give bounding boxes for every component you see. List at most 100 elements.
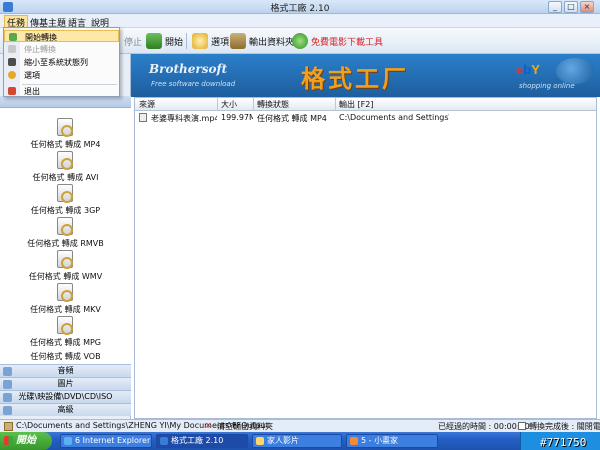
task-paint[interactable]: 5 - 小畫家: [346, 434, 438, 448]
after-convert-label: 轉換完成後 : 關閉電腦: [529, 422, 600, 431]
close-icon[interactable]: ×: [580, 1, 594, 13]
title-bar: 格式工廠 2.10 _ □ ×: [0, 0, 600, 14]
folder-icon: [230, 33, 246, 49]
format-list: 任何格式 轉成 MP4 任何格式 轉成 AVI 任何格式 轉成 3GP 任何格式…: [0, 108, 131, 413]
maximize-icon[interactable]: □: [564, 1, 578, 13]
app-icon: [160, 437, 168, 445]
format-item-mpg[interactable]: 任何格式 轉成 MPG: [0, 316, 131, 348]
folder-icon[interactable]: [4, 422, 13, 431]
format-item-3gp[interactable]: 任何格式 轉成 3GP: [0, 184, 131, 216]
table-row[interactable]: 老婆專科表演.mp4 199.97M 任何格式 轉成 MP4 C:\Docume…: [135, 112, 596, 124]
ebay-logo: ebY: [516, 62, 540, 77]
menu-item-label: 退出: [24, 87, 40, 96]
download-globe-icon: [292, 33, 308, 49]
category-label: 高級: [57, 405, 74, 414]
menu-item-label: 縮小至系統狀態列: [24, 58, 88, 67]
menu-item-minimize-tray[interactable]: 縮小至系統狀態列: [4, 56, 119, 68]
grid-header: 來源 大小 轉換狀態 輸出 [F2]: [135, 98, 596, 111]
avi-icon: [57, 151, 73, 170]
sidebar: 任何格式 轉成 MP4 任何格式 轉成 AVI 任何格式 轉成 3GP 任何格式…: [0, 54, 131, 419]
format-label: 任何格式 轉成 3GP: [30, 206, 101, 215]
format-label: 任何格式 轉成 MP4: [30, 140, 101, 149]
toolbar-divider: [186, 33, 187, 49]
row-size: 199.97M: [221, 113, 253, 122]
mkv-icon: [57, 283, 73, 302]
format-item-rmvb[interactable]: 任何格式 轉成 RMVB: [0, 217, 131, 249]
task-label: 6 Internet Explorer: [75, 436, 151, 445]
column-status[interactable]: 轉換狀態: [257, 99, 289, 110]
menu-item-options[interactable]: 選項: [4, 69, 119, 81]
format-label: 任何格式 轉成 RMVB: [27, 239, 104, 248]
minimize-icon[interactable]: _: [548, 1, 562, 13]
options-button[interactable]: 選項: [192, 32, 229, 50]
category-label: 圖片: [57, 379, 74, 388]
start-label: 開始: [165, 37, 184, 48]
category-label: 光碟\映設備\DVD\CD\ISO: [18, 392, 113, 401]
mp4-icon: [57, 118, 73, 137]
menu-item-exit[interactable]: 退出: [4, 85, 119, 97]
task-label: 5 - 小畫家: [361, 436, 399, 445]
format-item-mp4[interactable]: 任何格式 轉成 MP4: [0, 118, 131, 150]
3gp-icon: [57, 184, 73, 203]
column-divider[interactable]: [253, 98, 254, 111]
task-internet-explorer[interactable]: 6 Internet Explorer: [60, 434, 152, 448]
stop-label: 停止: [124, 37, 143, 48]
free-download-button[interactable]: 免費電影下載工具: [292, 32, 383, 50]
category-advanced[interactable]: 高級: [0, 403, 131, 416]
format-label: 任何格式 轉成 WMV: [28, 272, 103, 281]
taskbar: 開始 6 Internet Explorer 格式工廠 2.10 家人影片 5 …: [0, 432, 600, 450]
elapsed-time: 已經過的時間 : 00:00:00: [438, 422, 530, 431]
format-label: 任何格式 轉成 MPG: [29, 338, 101, 347]
row-status: 任何格式 轉成 MP4: [257, 114, 327, 123]
gear-icon: [192, 33, 208, 49]
category-rom-device[interactable]: 光碟\映設備\DVD\CD\ISO: [0, 390, 131, 403]
format-label: 任何格式 轉成 VOB: [30, 352, 101, 361]
audio-icon: [3, 367, 12, 376]
gear-icon: [8, 71, 16, 79]
format-item-wmv[interactable]: 任何格式 轉成 WMV: [0, 250, 131, 282]
category-audio[interactable]: 音頻: [0, 364, 131, 377]
stop-icon: [8, 45, 16, 53]
ebay-tagline: shopping online: [519, 82, 575, 90]
banner-title: 格式工厂: [301, 65, 409, 93]
shutdown-checkbox[interactable]: [518, 422, 526, 430]
windows-logo-icon: [4, 436, 13, 445]
column-output[interactable]: 輸出 [F2]: [339, 99, 373, 110]
task-label: 格式工廠 2.10: [171, 436, 224, 445]
start-menu-button[interactable]: 開始: [0, 432, 52, 450]
ie-icon: [64, 437, 72, 445]
column-size[interactable]: 大小: [221, 99, 237, 110]
rmvb-icon: [57, 217, 73, 236]
clear-icon: ✕: [205, 421, 212, 430]
format-item-avi[interactable]: 任何格式 轉成 AVI: [0, 151, 131, 183]
column-divider[interactable]: [217, 98, 218, 111]
status-bar: C:\Documents and Settings\ZHENG YI\My Do…: [0, 419, 600, 432]
watermark: #771750: [540, 436, 587, 449]
clear-output-button[interactable]: 清空輸出資料夾: [217, 421, 273, 432]
task-dropdown-menu: 開始轉換 停止轉換 縮小至系統狀態列 選項 退出: [3, 27, 120, 97]
stop-button[interactable]: 停止: [124, 32, 142, 50]
menu-item-stop-convert[interactable]: 停止轉換: [4, 43, 119, 55]
mpg-icon: [57, 316, 73, 335]
category-image[interactable]: 圖片: [0, 377, 131, 390]
exit-icon: [8, 87, 16, 95]
start-button[interactable]: 開始: [146, 32, 183, 50]
task-grid: 來源 大小 轉換狀態 輸出 [F2] 老婆專科表演.mp4 199.97M 任何…: [134, 97, 597, 419]
play-icon: [9, 33, 17, 41]
menu-item-start-convert[interactable]: 開始轉換: [4, 30, 119, 42]
column-source[interactable]: 來源: [139, 99, 155, 110]
column-divider[interactable]: [335, 98, 336, 111]
format-item-mkv[interactable]: 任何格式 轉成 MKV: [0, 283, 131, 315]
disc-icon: [3, 393, 12, 402]
menu-item-label: 開始轉換: [25, 33, 57, 42]
menu-bar: 任務 傳基主題 語言 說明: [0, 14, 600, 30]
task-format-factory[interactable]: 格式工廠 2.10: [156, 434, 248, 448]
banner-ad[interactable]: Brothersoft Free software download 格式工厂 …: [131, 54, 600, 97]
free-download-label: 免費電影下載工具: [311, 37, 384, 48]
video-category-header[interactable]: [0, 96, 131, 108]
category-label: 音頻: [57, 366, 74, 375]
format-item-vob[interactable]: 任何格式 轉成 VOB: [0, 349, 131, 364]
play-icon: [146, 33, 162, 49]
output-folder-button[interactable]: 輸出資料夾: [230, 32, 294, 50]
task-family-videos[interactable]: 家人影片: [252, 434, 342, 448]
